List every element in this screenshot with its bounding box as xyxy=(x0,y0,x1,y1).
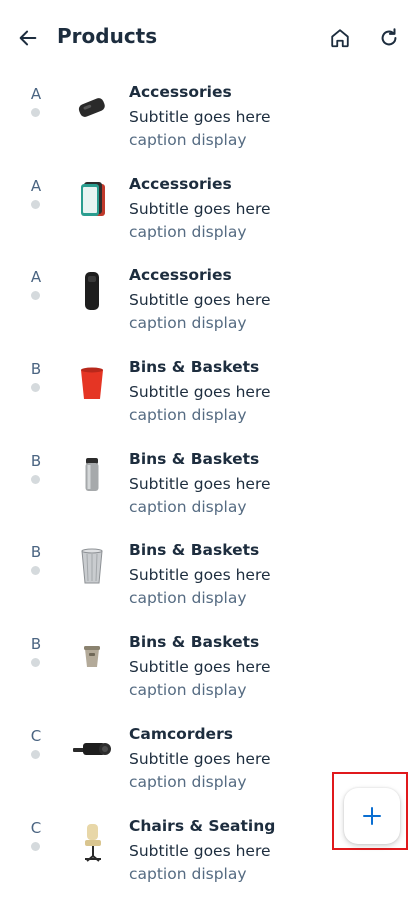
list-item[interactable]: A Accessories Subtitle goes here caption… xyxy=(0,76,410,168)
item-caption: caption display xyxy=(129,498,247,516)
product-image xyxy=(68,267,116,315)
status-dot xyxy=(31,658,40,667)
status-dot xyxy=(31,383,40,392)
item-subtitle: Subtitle goes here xyxy=(129,383,271,401)
item-title: Chairs & Seating xyxy=(129,817,275,835)
status-dot xyxy=(31,750,40,759)
item-subtitle: Subtitle goes here xyxy=(129,750,271,768)
plus-icon xyxy=(362,806,382,826)
list-item[interactable]: B Bins & Baskets Subtitle goes here capt… xyxy=(0,351,410,443)
product-image xyxy=(68,818,116,866)
item-subtitle: Subtitle goes here xyxy=(129,108,271,126)
item-caption: caption display xyxy=(129,865,247,883)
item-title: Bins & Baskets xyxy=(129,633,259,651)
product-image xyxy=(68,451,116,499)
product-image xyxy=(68,359,116,407)
item-title: Accessories xyxy=(129,83,232,101)
avatar-letter: C xyxy=(30,727,42,745)
item-subtitle: Subtitle goes here xyxy=(129,200,271,218)
refresh-icon xyxy=(378,27,400,49)
status-dot xyxy=(31,842,40,851)
status-dot xyxy=(31,108,40,117)
avatar-letter: B xyxy=(30,452,42,470)
item-caption: caption display xyxy=(129,773,247,791)
item-caption: caption display xyxy=(129,314,247,332)
back-button[interactable] xyxy=(12,22,44,54)
item-subtitle: Subtitle goes here xyxy=(129,475,271,493)
back-arrow-icon xyxy=(17,27,39,49)
item-subtitle: Subtitle goes here xyxy=(129,658,271,676)
product-list: A Accessories Subtitle goes here caption… xyxy=(0,76,410,901)
add-fab-button[interactable] xyxy=(344,788,400,844)
list-item[interactable]: B Bins & Baskets Subtitle goes here capt… xyxy=(0,443,410,535)
status-dot xyxy=(31,566,40,575)
list-item[interactable]: A Accessories Subtitle goes here caption… xyxy=(0,259,410,351)
refresh-button[interactable] xyxy=(373,22,405,54)
avatar-letter: B xyxy=(30,360,42,378)
list-item[interactable]: A Accessories Subtitle goes here caption… xyxy=(0,168,410,260)
status-dot xyxy=(31,200,40,209)
item-caption: caption display xyxy=(129,223,247,241)
list-item[interactable]: B Bins & Baskets Subtitle goes here capt… xyxy=(0,626,410,718)
status-dot xyxy=(31,475,40,484)
item-subtitle: Subtitle goes here xyxy=(129,566,271,584)
app-header: Products xyxy=(0,0,410,76)
item-subtitle: Subtitle goes here xyxy=(129,842,271,860)
item-caption: caption display xyxy=(129,406,247,424)
avatar-letter: A xyxy=(30,268,42,286)
avatar-letter: A xyxy=(30,85,42,103)
home-button[interactable] xyxy=(324,22,356,54)
item-title: Camcorders xyxy=(129,725,233,743)
item-title: Bins & Baskets xyxy=(129,541,259,559)
product-image xyxy=(68,84,116,132)
item-subtitle: Subtitle goes here xyxy=(129,291,271,309)
product-image xyxy=(68,726,116,774)
avatar-letter: B xyxy=(30,543,42,561)
home-icon xyxy=(329,27,351,49)
avatar-letter: C xyxy=(30,819,42,837)
product-image xyxy=(68,176,116,224)
item-title: Accessories xyxy=(129,266,232,284)
item-caption: caption display xyxy=(129,131,247,149)
status-dot xyxy=(31,291,40,300)
page-title: Products xyxy=(57,24,157,48)
product-image xyxy=(68,634,116,682)
item-title: Bins & Baskets xyxy=(129,450,259,468)
product-image xyxy=(68,542,116,590)
item-title: Bins & Baskets xyxy=(129,358,259,376)
list-item[interactable]: B Bins & Baskets Subtitle goes here capt… xyxy=(0,534,410,626)
item-caption: caption display xyxy=(129,589,247,607)
item-title: Accessories xyxy=(129,175,232,193)
avatar-letter: B xyxy=(30,635,42,653)
avatar-letter: A xyxy=(30,177,42,195)
item-caption: caption display xyxy=(129,681,247,699)
